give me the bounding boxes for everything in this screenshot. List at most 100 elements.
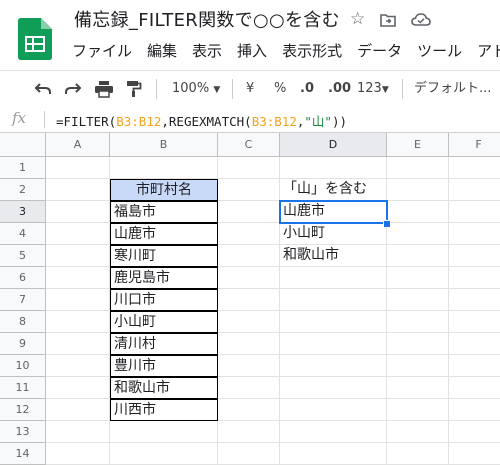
table-cell[interactable]: 豊川市: [110, 355, 218, 377]
grid-cell[interactable]: [449, 355, 500, 377]
column-header-b[interactable]: B: [110, 133, 218, 157]
print-icon[interactable]: [94, 80, 114, 98]
grid-cell[interactable]: [449, 179, 500, 201]
grid-cell[interactable]: [449, 421, 500, 443]
menu-format[interactable]: 表示形式: [282, 40, 342, 61]
grid-cell[interactable]: [218, 201, 280, 223]
row-header[interactable]: 7: [0, 289, 46, 311]
table-cell[interactable]: 小山町: [110, 311, 218, 333]
move-folder-icon[interactable]: [379, 11, 397, 29]
grid-cell[interactable]: [449, 289, 500, 311]
column-header-d[interactable]: D: [280, 133, 387, 157]
grid-cell[interactable]: [46, 377, 110, 399]
grid-cell[interactable]: [218, 267, 280, 289]
row-header[interactable]: 10: [0, 355, 46, 377]
menu-view[interactable]: 表示: [192, 40, 222, 61]
grid-cell[interactable]: [387, 377, 449, 399]
grid-cell[interactable]: [449, 443, 500, 465]
grid-cell[interactable]: [449, 201, 500, 223]
paint-format-icon[interactable]: [126, 80, 142, 98]
row-header[interactable]: 1: [0, 157, 46, 179]
document-title[interactable]: 備忘録_FILTER関数で○○を含む: [74, 6, 340, 32]
grid-cell[interactable]: [218, 377, 280, 399]
row-header[interactable]: 13: [0, 421, 46, 443]
star-icon[interactable]: ☆: [350, 9, 365, 29]
grid-cell[interactable]: [110, 421, 218, 443]
menu-addons[interactable]: アド: [477, 40, 500, 61]
result-label-cell[interactable]: 「山」を含む: [280, 179, 387, 201]
row-header[interactable]: 12: [0, 399, 46, 421]
grid-cell[interactable]: [387, 311, 449, 333]
table-cell[interactable]: 清川村: [110, 333, 218, 355]
table-cell[interactable]: 和歌山市: [110, 377, 218, 399]
grid-cell[interactable]: [280, 443, 387, 465]
grid-cell[interactable]: [280, 311, 387, 333]
row-header[interactable]: 3: [0, 201, 46, 223]
grid-cell[interactable]: [449, 267, 500, 289]
menu-edit[interactable]: 編集: [147, 40, 177, 61]
grid-cell[interactable]: [387, 245, 449, 267]
row-header[interactable]: 4: [0, 223, 46, 245]
grid-cell[interactable]: [387, 267, 449, 289]
grid-cell[interactable]: [387, 289, 449, 311]
grid-cell[interactable]: [218, 333, 280, 355]
grid-cell[interactable]: [218, 421, 280, 443]
increase-decimal-button[interactable]: .00: [328, 71, 351, 107]
column-header-e[interactable]: E: [387, 133, 449, 157]
grid-cell[interactable]: [280, 289, 387, 311]
grid-cell[interactable]: [387, 399, 449, 421]
grid-cell[interactable]: [280, 399, 387, 421]
grid-cell[interactable]: [218, 311, 280, 333]
menu-tools[interactable]: ツール: [417, 40, 462, 61]
grid-cell[interactable]: [218, 245, 280, 267]
grid-cell[interactable]: [46, 157, 110, 179]
grid-cell[interactable]: [449, 245, 500, 267]
row-header[interactable]: 6: [0, 267, 46, 289]
column-header-f[interactable]: F: [449, 133, 500, 157]
result-cell[interactable]: 和歌山市: [280, 245, 387, 267]
select-all-corner[interactable]: [0, 133, 46, 157]
grid-cell[interactable]: [46, 311, 110, 333]
grid-cell[interactable]: [280, 377, 387, 399]
grid-cell[interactable]: [449, 157, 500, 179]
sheets-logo-icon[interactable]: [18, 18, 52, 60]
grid-cell[interactable]: [280, 333, 387, 355]
table-cell[interactable]: 寒川町: [110, 245, 218, 267]
grid-cell[interactable]: [110, 443, 218, 465]
grid-cell[interactable]: [46, 289, 110, 311]
column-header-c[interactable]: C: [218, 133, 280, 157]
grid-cell[interactable]: [449, 311, 500, 333]
grid-cell[interactable]: [387, 355, 449, 377]
row-header[interactable]: 11: [0, 377, 46, 399]
menu-data[interactable]: データ: [357, 40, 402, 61]
grid-cell[interactable]: [218, 443, 280, 465]
cloud-saved-icon[interactable]: [411, 11, 432, 29]
grid-cell[interactable]: [218, 179, 280, 201]
grid-cell[interactable]: [46, 201, 110, 223]
grid-cell[interactable]: [46, 421, 110, 443]
table-cell[interactable]: 福島市: [110, 201, 218, 223]
currency-format-button[interactable]: ¥: [246, 71, 254, 107]
row-header[interactable]: 8: [0, 311, 46, 333]
grid-cell[interactable]: [46, 223, 110, 245]
row-header[interactable]: 2: [0, 179, 46, 201]
grid-cell[interactable]: [46, 333, 110, 355]
column-header-a[interactable]: A: [46, 133, 110, 157]
grid-cell[interactable]: [387, 443, 449, 465]
fill-handle[interactable]: [383, 220, 391, 228]
result-cell[interactable]: 山鹿市: [280, 201, 387, 223]
row-header[interactable]: 5: [0, 245, 46, 267]
grid-cell[interactable]: [280, 421, 387, 443]
zoom-select[interactable]: 100% ▼: [172, 71, 220, 107]
percent-format-button[interactable]: %: [274, 71, 286, 107]
grid-cell[interactable]: [280, 267, 387, 289]
grid-cell[interactable]: [387, 421, 449, 443]
grid-cell[interactable]: [218, 355, 280, 377]
undo-icon[interactable]: [34, 81, 52, 97]
grid-cell[interactable]: [280, 355, 387, 377]
redo-icon[interactable]: [64, 81, 82, 97]
grid-cell[interactable]: [387, 201, 449, 223]
font-select[interactable]: デフォルト...: [414, 71, 491, 107]
grid-cell[interactable]: [449, 399, 500, 421]
grid-cell[interactable]: [46, 267, 110, 289]
